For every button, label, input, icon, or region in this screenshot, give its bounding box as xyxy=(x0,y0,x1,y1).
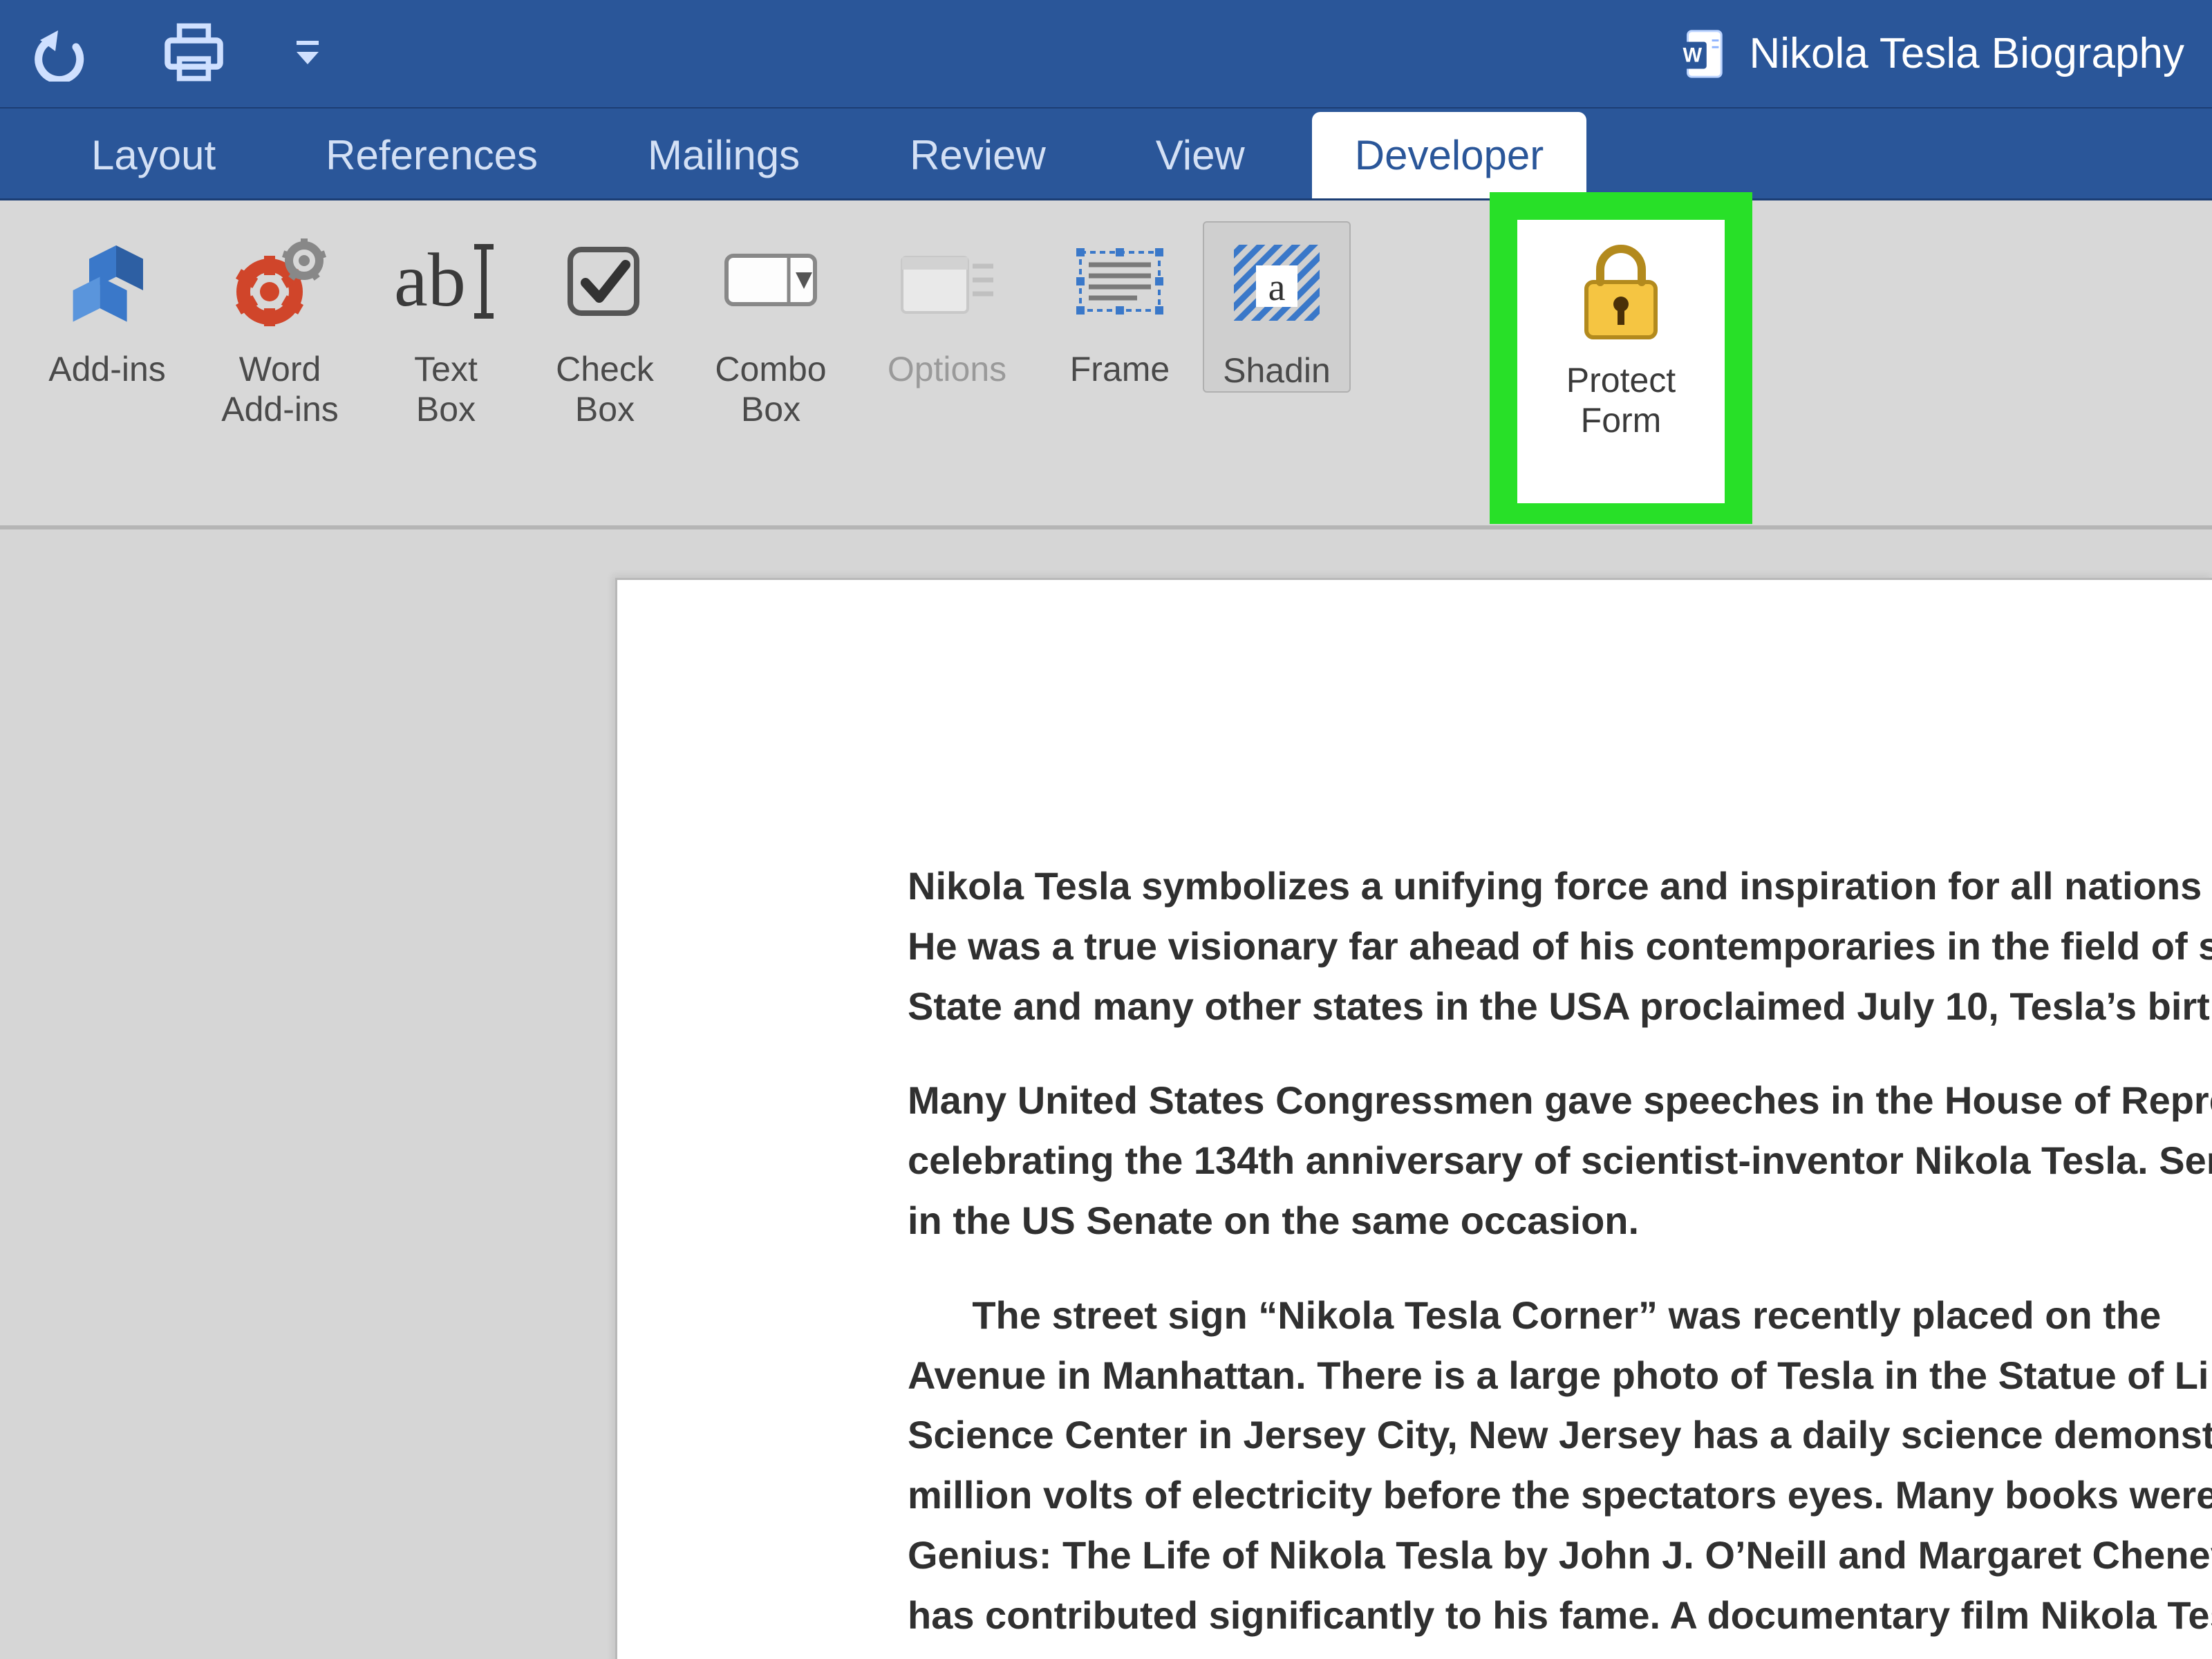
text-line: Genius: The Life of Nikola Tesla by John… xyxy=(908,1533,2212,1577)
check-box-label: Check Box xyxy=(556,350,654,429)
document-title-area: W Nikola Tesla Biography xyxy=(1674,27,2184,81)
tab-mailings[interactable]: Mailings xyxy=(605,112,843,198)
text-line: He was a true visionary far ahead of his… xyxy=(908,924,2212,968)
print-button[interactable] xyxy=(159,19,228,88)
shading-button[interactable]: a Shadin xyxy=(1203,221,1351,393)
text-line: has contributed significantly to his fam… xyxy=(908,1593,2212,1637)
options-label: Options xyxy=(888,350,1006,390)
tab-layout[interactable]: Layout xyxy=(48,112,259,198)
addins-label: Add-ins xyxy=(48,350,166,390)
word-addins-label: Word Add-ins xyxy=(221,350,339,429)
text-line: Nikola Tesla symbolizes a unifying force… xyxy=(908,864,2212,908)
undo-icon xyxy=(35,26,90,82)
options-icon xyxy=(895,229,999,333)
lock-icon xyxy=(1573,241,1669,344)
tab-review[interactable]: Review xyxy=(867,112,1089,198)
text-box-icon: ab xyxy=(387,229,505,333)
svg-text:a: a xyxy=(1268,266,1286,309)
text-line: million volts of electricity before the … xyxy=(908,1473,2212,1517)
frame-button[interactable]: Frame xyxy=(1037,221,1203,390)
word-doc-icon: W xyxy=(1674,27,1728,81)
title-bar: W Nikola Tesla Biography xyxy=(0,0,2212,109)
print-icon xyxy=(161,21,227,86)
document-title: Nikola Tesla Biography xyxy=(1749,29,2184,78)
paragraph-2: Many United States Congressmen gave spee… xyxy=(908,1071,2212,1250)
text-box-label: Text Box xyxy=(414,350,478,429)
page-content: Nikola Tesla symbolizes a unifying force… xyxy=(617,580,2212,1659)
text-line: World, produced by the Tesla Memorial So… xyxy=(908,1653,2200,1659)
tab-references[interactable]: References xyxy=(283,112,581,198)
svg-text:ab: ab xyxy=(394,240,466,322)
check-box-icon xyxy=(563,229,646,333)
text-line: in the US Senate on the same occasion. xyxy=(908,1199,1639,1242)
addins-button[interactable]: Add-ins xyxy=(21,221,194,390)
tab-view[interactable]: View xyxy=(1113,112,1288,198)
protect-form-button[interactable]: Protect Form xyxy=(1517,220,1725,503)
combo-box-icon xyxy=(722,229,819,333)
document-canvas[interactable]: Nikola Tesla symbolizes a unifying force… xyxy=(0,529,2212,1659)
word-addins-icon xyxy=(232,229,328,333)
check-box-button[interactable]: Check Box xyxy=(525,221,684,429)
text-box-button[interactable]: ab Text Box xyxy=(366,221,525,429)
paragraph-1: Nikola Tesla symbolizes a unifying force… xyxy=(908,856,2212,1036)
text-line: Avenue in Manhattan. There is a large ph… xyxy=(908,1353,2209,1397)
combo-box-label: Combo Box xyxy=(715,350,826,429)
text-line: Science Center in Jersey City, New Jerse… xyxy=(908,1413,2212,1456)
customize-qat-button[interactable] xyxy=(290,19,325,88)
options-button[interactable]: Options xyxy=(857,221,1037,390)
paragraph-3: The street sign “Nikola Tesla Corner” wa… xyxy=(908,1286,2212,1659)
document-page: Nikola Tesla symbolizes a unifying force… xyxy=(615,578,2212,1659)
shading-label: Shadin xyxy=(1223,351,1331,391)
frame-icon xyxy=(1068,229,1172,333)
highlight-frame: Protect Form xyxy=(1490,192,1752,524)
chevron-down-icon xyxy=(294,37,321,71)
ribbon-tabs: Layout References Mailings Review View D… xyxy=(0,109,2212,200)
svg-text:W: W xyxy=(1683,44,1703,66)
text-line: celebrating the 134th anniversary of sci… xyxy=(908,1138,2212,1182)
ribbon-toolbar: Add-ins xyxy=(0,200,2212,529)
word-addins-button[interactable]: Word Add-ins xyxy=(194,221,366,429)
quick-access-toolbar xyxy=(28,19,325,88)
text-line: Many United States Congressmen gave spee… xyxy=(908,1078,2212,1122)
combo-box-button[interactable]: Combo Box xyxy=(684,221,857,429)
protect-form-label: Protect Form xyxy=(1566,361,1676,440)
tab-developer[interactable]: Developer xyxy=(1312,112,1587,198)
text-line: The street sign “Nikola Tesla Corner” wa… xyxy=(908,1293,2161,1337)
shading-icon: a xyxy=(1228,231,1325,335)
undo-button[interactable] xyxy=(28,19,97,88)
text-line: State and many other states in the USA p… xyxy=(908,984,2212,1028)
addins-icon xyxy=(62,229,152,333)
frame-label: Frame xyxy=(1070,350,1170,390)
